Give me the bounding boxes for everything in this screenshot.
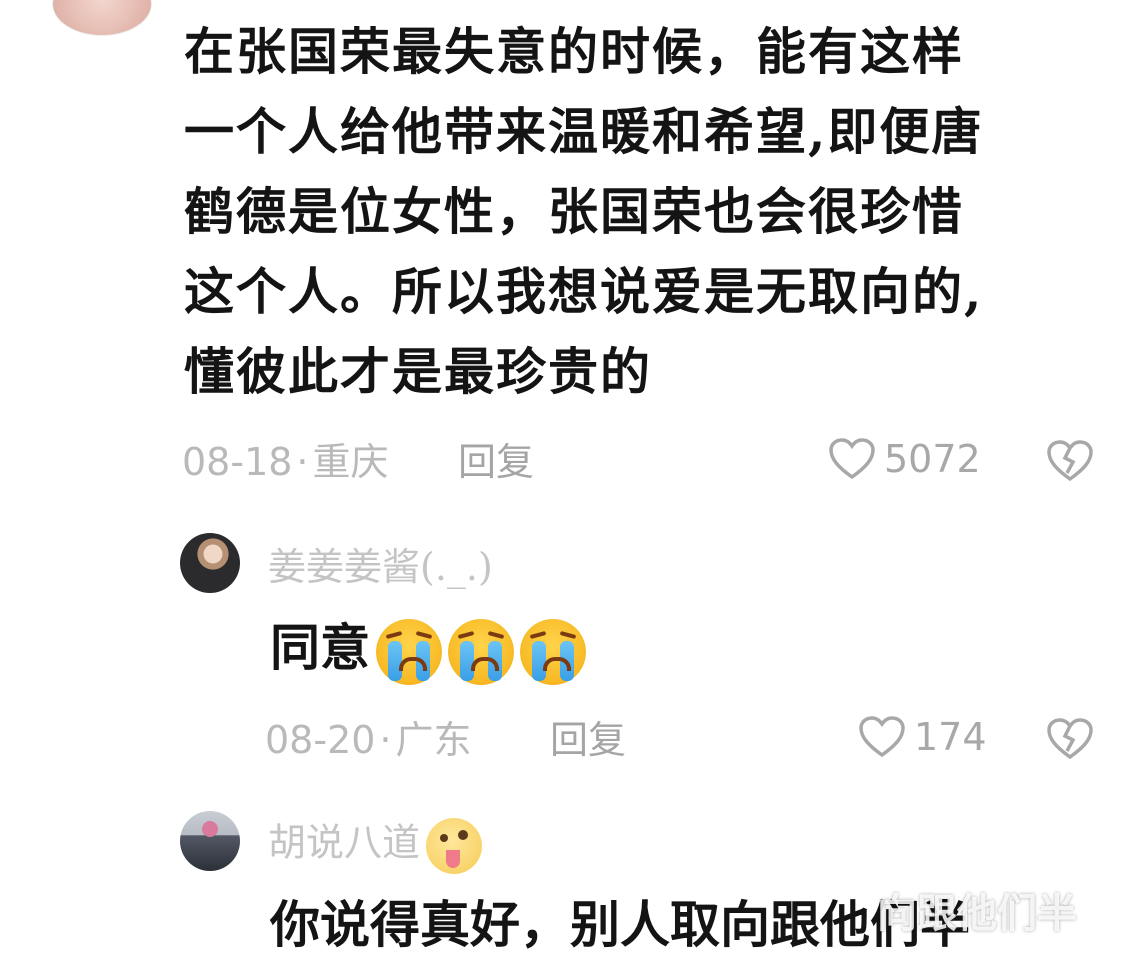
reply-username[interactable]: 胡说八道 <box>268 818 483 874</box>
reply-body: 同意 <box>270 618 586 685</box>
like-button[interactable]: 174 <box>858 715 987 759</box>
comment-body: 在张国荣最失意的时候，能有这样 一个人给他带来温暖和希望,即便唐 鹤德是位女性，… <box>184 12 1084 412</box>
comment-date: 08-18 <box>182 440 293 484</box>
reply-avatar[interactable] <box>180 533 240 593</box>
reply-username-text: 胡说八道 <box>268 820 421 865</box>
heart-outline-icon <box>829 438 875 480</box>
broken-heart-icon <box>1047 440 1093 482</box>
comment-meta: 08-18 · 重庆 <box>182 440 389 484</box>
reply-username[interactable]: 姜姜姜酱(._.) <box>268 545 493 589</box>
zany-face-icon <box>426 818 483 874</box>
dislike-button[interactable] <box>1046 717 1094 765</box>
comment-line: 鹤德是位女性，张国荣也会很珍惜 <box>184 182 964 241</box>
reply-button[interactable]: 回复 <box>458 440 534 484</box>
loudly-crying-face-icon <box>520 619 586 685</box>
heart-outline-icon <box>859 716 905 758</box>
loudly-crying-face-icon <box>448 619 514 685</box>
like-count: 5072 <box>884 437 981 481</box>
broken-heart-icon <box>1047 718 1093 760</box>
loudly-crying-face-icon <box>376 619 442 685</box>
reply-date: 08-20 <box>265 718 376 762</box>
reply-text: 同意 <box>270 618 370 677</box>
reply-meta: 08-20 · 广东 <box>265 718 472 762</box>
commenter-avatar[interactable] <box>52 0 152 36</box>
reply-button[interactable]: 回复 <box>550 718 626 762</box>
comment-line: 在张国荣最失意的时候，能有这样 <box>184 22 964 81</box>
reply-location: 广东 <box>395 718 472 762</box>
comment-line: 一个人给他带来温暖和希望,即便唐 <box>184 102 984 161</box>
dislike-button[interactable] <box>1046 439 1094 487</box>
watermark: 向跟他们半 <box>877 890 1077 937</box>
comment-line: 懂彼此才是最珍贵的 <box>184 342 652 401</box>
comment-location: 重庆 <box>312 440 389 484</box>
comment-line: 这个人。所以我想说爱是无取向的, <box>184 262 984 321</box>
reply-text: 你说得真好，别人取向跟他们半 <box>270 895 970 954</box>
reply-avatar[interactable] <box>180 811 240 871</box>
like-button[interactable]: 5072 <box>828 437 981 481</box>
like-count: 174 <box>914 715 987 759</box>
